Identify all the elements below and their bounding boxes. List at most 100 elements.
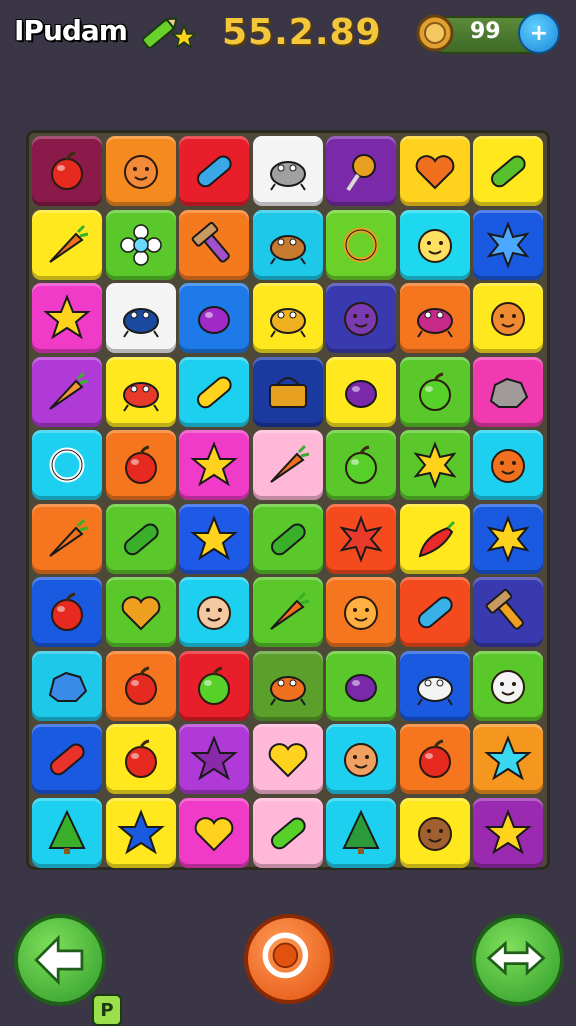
bottom-bar: P (0, 900, 576, 1026)
tile[interactable] (399, 430, 470, 500)
tile[interactable] (179, 503, 249, 574)
tile[interactable] (32, 356, 102, 427)
tile[interactable] (326, 724, 396, 794)
tile[interactable] (399, 356, 470, 427)
tile[interactable] (105, 503, 176, 574)
tile[interactable] (326, 136, 396, 206)
tile[interactable] (399, 797, 470, 868)
tile[interactable] (105, 577, 176, 647)
heart-icon (415, 155, 454, 190)
tile[interactable] (326, 209, 396, 280)
tile[interactable] (179, 136, 249, 206)
tile[interactable] (252, 724, 323, 794)
tile[interactable] (179, 209, 249, 280)
tile[interactable] (179, 356, 249, 427)
tile[interactable] (252, 283, 323, 353)
back-button[interactable]: P (14, 914, 122, 1026)
tile[interactable] (252, 356, 323, 427)
tile[interactable] (179, 283, 249, 353)
tile[interactable] (179, 650, 249, 721)
tile[interactable] (252, 650, 323, 721)
tile[interactable] (473, 283, 543, 353)
carrot-icon (269, 444, 309, 483)
tile[interactable] (105, 283, 176, 353)
tile[interactable] (105, 209, 176, 280)
apple-icon (124, 739, 157, 778)
tile[interactable] (473, 650, 543, 721)
tile[interactable] (399, 650, 470, 721)
tile[interactable] (105, 356, 176, 427)
tile[interactable] (105, 136, 176, 206)
lollipop-icon (346, 154, 376, 192)
tile[interactable] (32, 577, 102, 647)
tile[interactable] (326, 650, 396, 721)
tile[interactable] (32, 136, 102, 206)
tile[interactable] (32, 797, 102, 868)
tile[interactable] (473, 724, 543, 794)
tile[interactable] (399, 577, 470, 647)
tile[interactable] (32, 283, 102, 353)
apple-icon (418, 739, 451, 778)
face-icon (491, 669, 525, 704)
record-icon (262, 932, 309, 979)
star-icon (484, 735, 532, 781)
tile[interactable] (473, 797, 543, 868)
tile[interactable] (32, 209, 102, 280)
tile[interactable] (105, 724, 176, 794)
tile[interactable] (252, 797, 323, 868)
tile[interactable] (399, 283, 470, 353)
tile[interactable] (473, 503, 543, 574)
tile[interactable] (326, 797, 396, 868)
face-icon (417, 816, 452, 851)
tile[interactable] (32, 430, 102, 500)
game-logo: IPudam (14, 14, 128, 47)
carrot-icon (49, 371, 89, 410)
swap-arrows-icon (486, 940, 546, 976)
tile[interactable] (32, 724, 102, 794)
tile[interactable] (32, 503, 102, 574)
tile[interactable] (252, 430, 323, 500)
tile[interactable] (252, 136, 323, 206)
tile[interactable] (399, 724, 470, 794)
tile[interactable] (105, 430, 176, 500)
tile[interactable] (252, 577, 323, 647)
tile[interactable] (326, 430, 396, 500)
carrot-icon (269, 591, 309, 630)
tile[interactable] (105, 650, 176, 721)
tile[interactable] (326, 577, 396, 647)
capsule-icon (197, 155, 232, 188)
tile[interactable] (473, 430, 543, 500)
tile[interactable] (105, 797, 176, 868)
tile[interactable] (326, 356, 396, 427)
tile[interactable] (326, 283, 396, 353)
tile[interactable] (179, 724, 249, 794)
swap-button[interactable] (472, 914, 564, 1006)
tile[interactable] (179, 797, 249, 868)
apple-icon (198, 666, 230, 705)
score-display: 55.2.89 (222, 12, 382, 53)
apple-icon (124, 666, 157, 705)
tile[interactable] (473, 209, 543, 280)
tile[interactable] (179, 430, 249, 500)
tile[interactable] (32, 650, 102, 721)
pencil-icon (142, 17, 198, 49)
tile[interactable] (399, 136, 470, 206)
star-burst-icon (339, 514, 383, 563)
tile[interactable] (473, 356, 543, 427)
tile[interactable] (399, 503, 470, 574)
heart-icon (121, 596, 160, 631)
creature-icon (416, 675, 453, 706)
apple-icon (51, 151, 83, 190)
tile[interactable] (399, 209, 470, 280)
flower-icon (119, 223, 162, 266)
tile[interactable] (252, 209, 323, 280)
tile[interactable] (252, 503, 323, 574)
tile[interactable] (326, 503, 396, 574)
tile[interactable] (473, 136, 543, 206)
tile[interactable] (473, 577, 543, 647)
add-coins-button[interactable]: + (518, 12, 560, 54)
coin-counter: 99 + (414, 12, 562, 54)
tile[interactable] (179, 577, 249, 647)
apple-icon (418, 372, 451, 411)
record-button[interactable] (244, 914, 334, 1004)
